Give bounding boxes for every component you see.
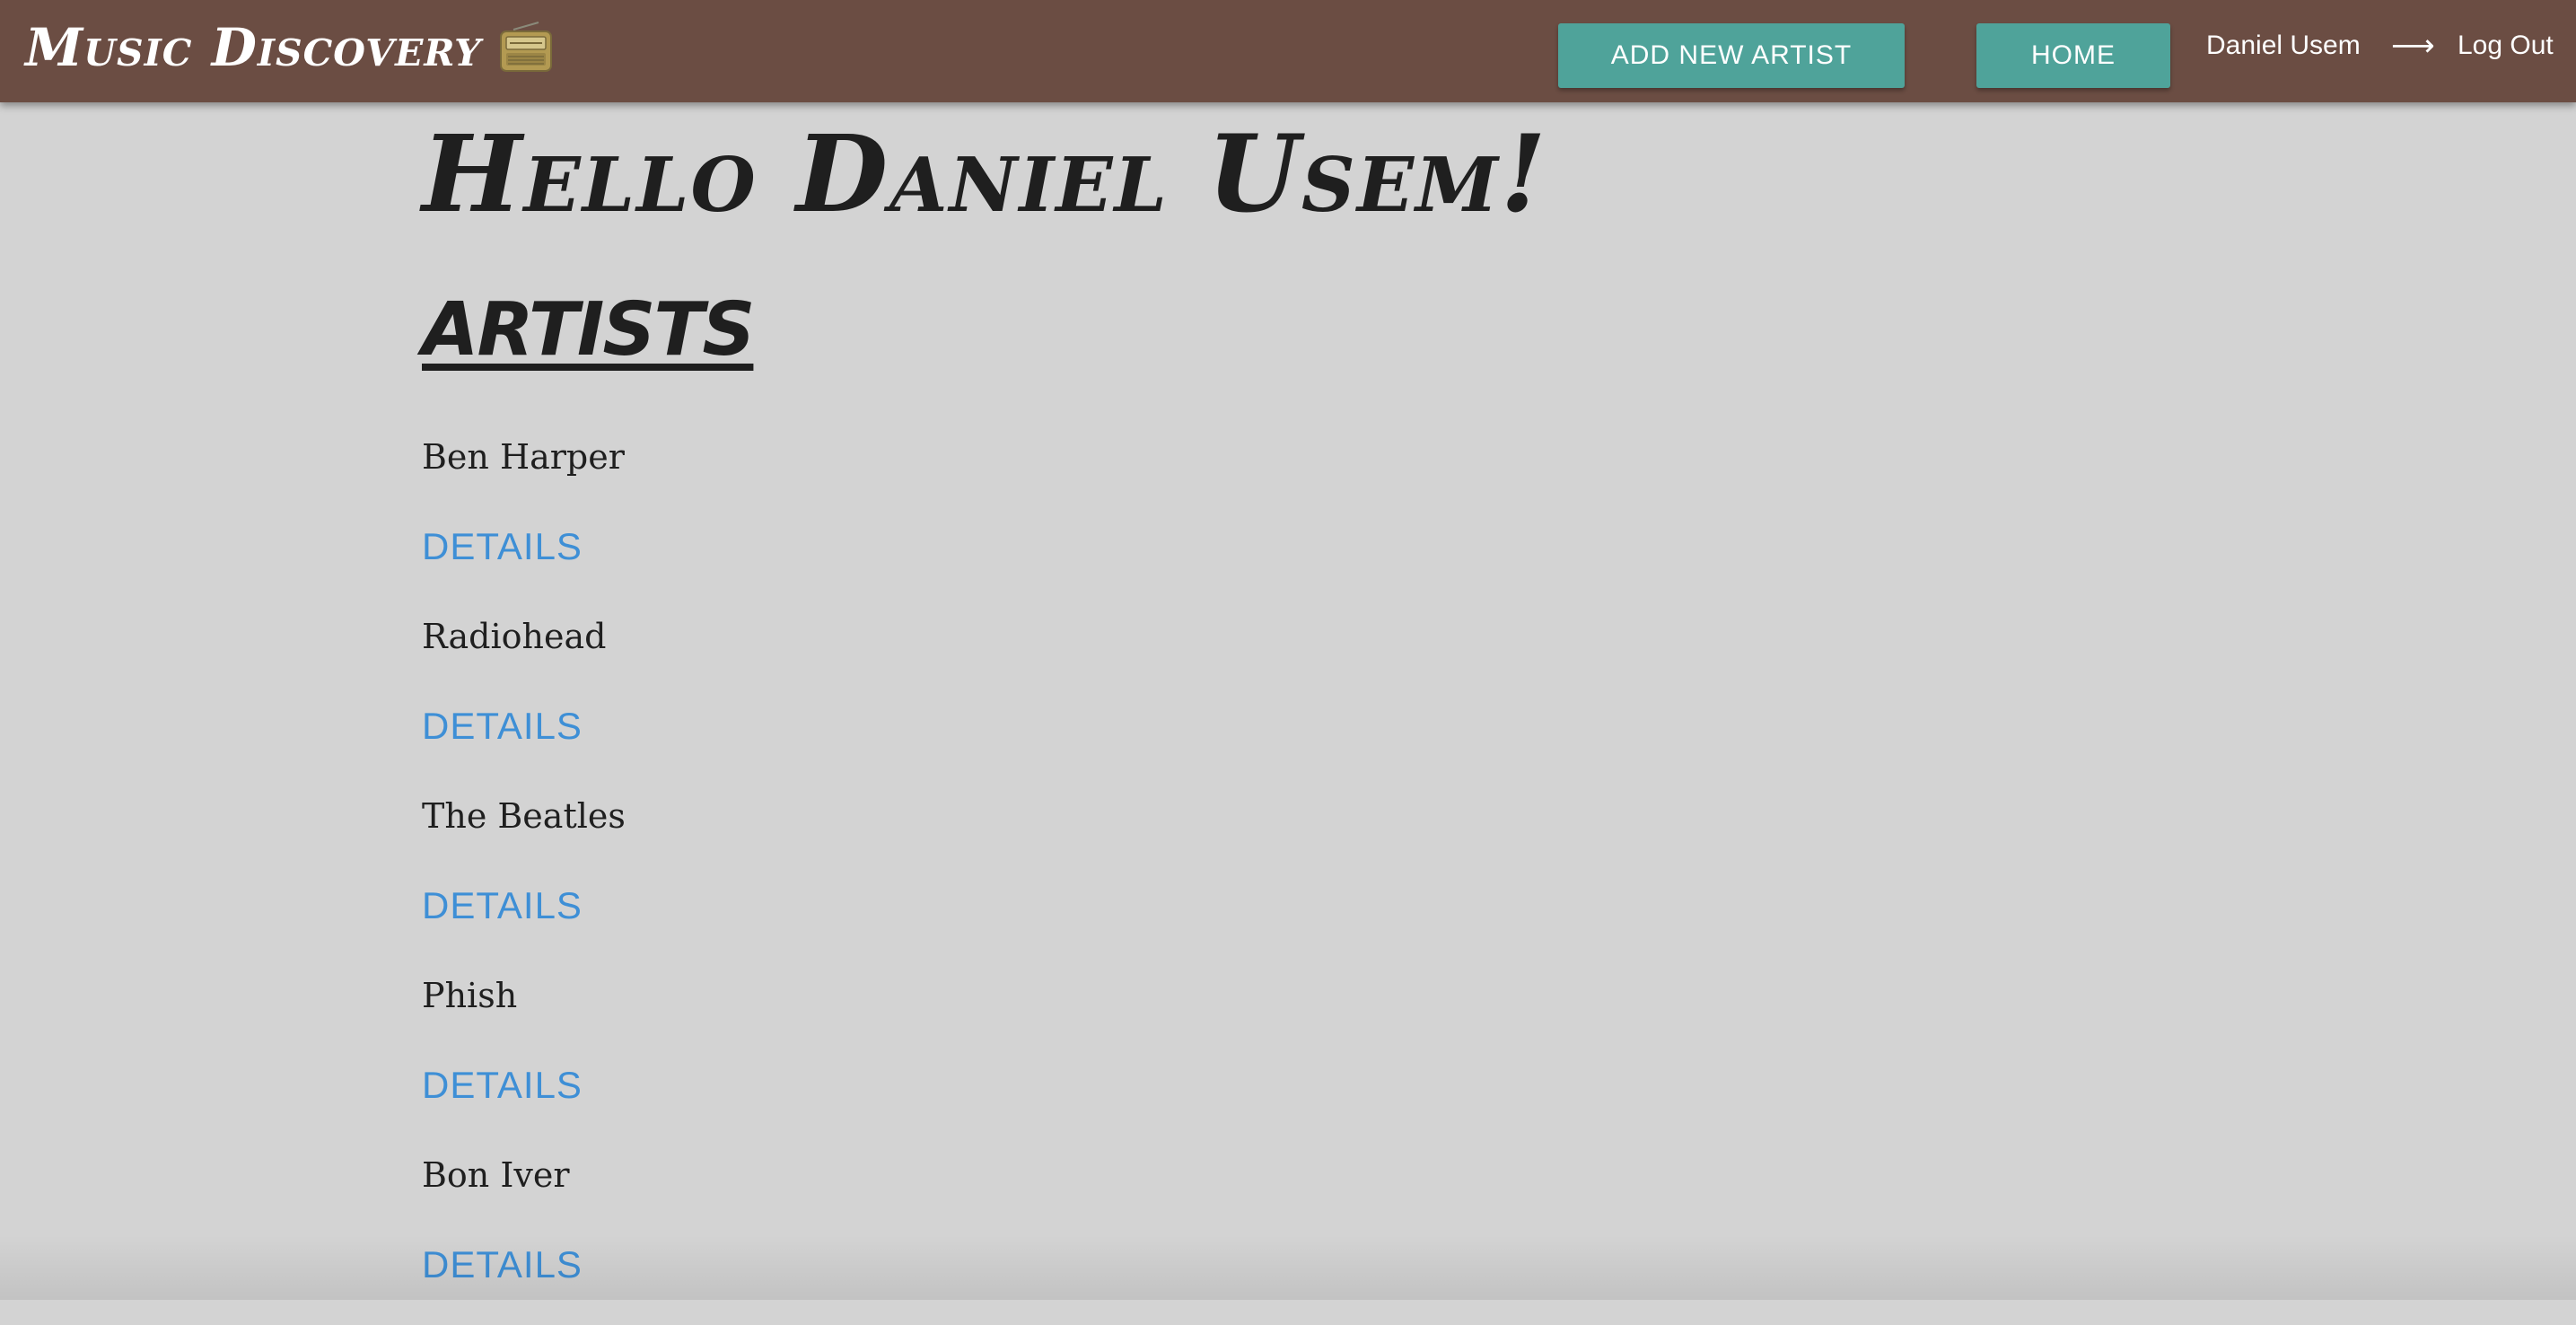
artist-name: The Beatles (422, 796, 626, 836)
artist-name: Bon Iver (422, 1155, 570, 1195)
list-item: Bon Iver DETAILS (422, 1145, 1319, 1325)
logout-link[interactable]: Log Out (2458, 27, 2554, 65)
brand-title[interactable]: Music Discovery (25, 17, 481, 78)
details-link[interactable]: DETAILS (422, 517, 583, 576)
list-item: The Beatles DETAILS (422, 786, 1319, 966)
artist-name: Ben Harper (422, 437, 625, 477)
details-link[interactable]: DETAILS (422, 876, 583, 935)
add-new-artist-button[interactable]: ADD NEW ARTIST (1558, 23, 1905, 88)
greeting-heading: Hello Daniel Usem! (422, 111, 1548, 236)
artists-heading: ARTISTS (422, 287, 755, 373)
details-link[interactable]: DETAILS (422, 697, 583, 756)
details-link[interactable]: DETAILS (422, 1056, 583, 1115)
radio-icon (500, 22, 553, 72)
details-link[interactable]: DETAILS (422, 1235, 583, 1294)
arrow-right-icon: ⟶ (2391, 28, 2435, 64)
user-name: Daniel Usem (2206, 31, 2361, 60)
artist-list: Ben Harper DETAILS Radiohead DETAILS The… (422, 427, 1319, 1325)
list-item: Phish DETAILS (422, 966, 1319, 1145)
home-button[interactable]: HOME (1976, 23, 2170, 88)
navbar: Music Discovery ADD NEW ARTIST HOME Dani… (0, 0, 2576, 102)
artist-name: Radiohead (422, 617, 607, 656)
list-item: Radiohead DETAILS (422, 607, 1319, 786)
list-item: Ben Harper DETAILS (422, 427, 1319, 607)
brand[interactable]: Music Discovery (25, 17, 555, 78)
artist-name: Phish (422, 976, 518, 1015)
